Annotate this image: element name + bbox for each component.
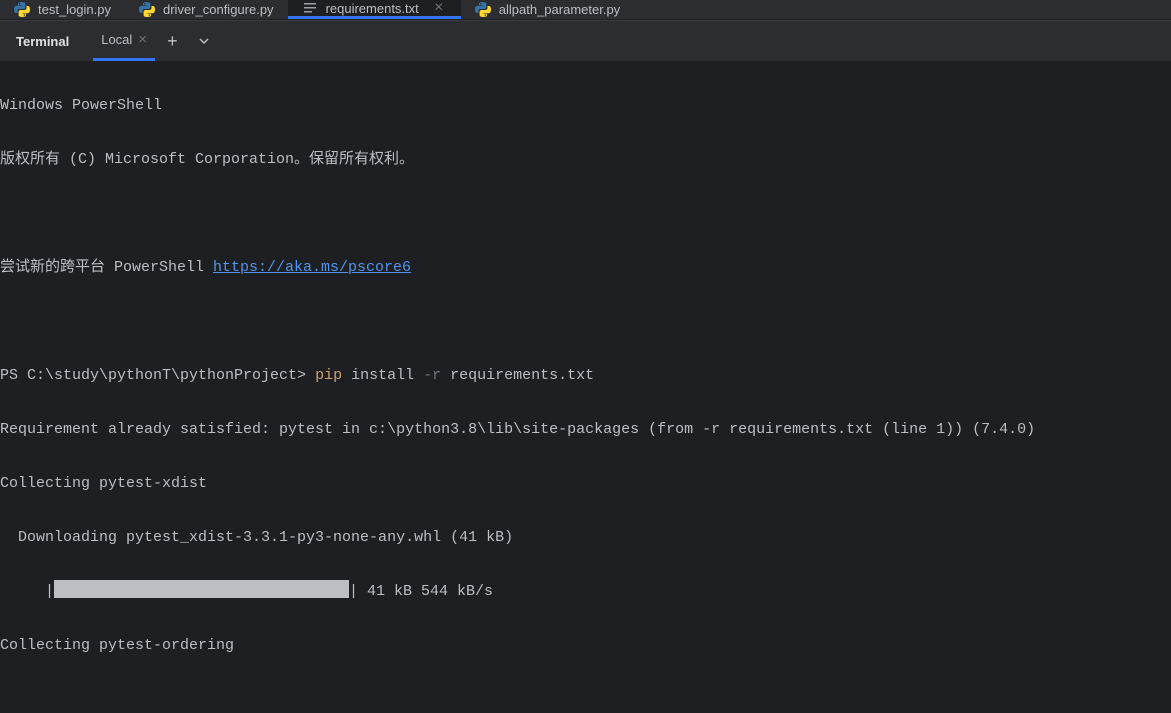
terminal-line: Downloading pytest_xdist-3.3.1-py3-none-… <box>0 524 1171 551</box>
tab-driver-configure[interactable]: driver_configure.py <box>125 0 288 19</box>
tab-label: allpath_parameter.py <box>499 2 620 17</box>
tab-label: driver_configure.py <box>163 2 274 17</box>
terminal-line: 尝试新的跨平台 PowerShell https://aka.ms/pscore… <box>0 254 1171 281</box>
terminal-line: Collecting pytest-ordering <box>0 632 1171 659</box>
terminal-title[interactable]: Terminal <box>8 34 77 49</box>
terminal-output[interactable]: Windows PowerShell 版权所有 (C) Microsoft Co… <box>0 61 1171 713</box>
terminal-session-tab[interactable]: Local × <box>93 21 155 61</box>
close-icon[interactable]: × <box>138 31 147 48</box>
progress-bar <box>54 580 349 598</box>
tab-allpath-parameter[interactable]: allpath_parameter.py <box>461 0 634 19</box>
terminal-line: 版权所有 (C) Microsoft Corporation。保留所有权利。 <box>0 146 1171 173</box>
editor-tabs-bar: test_login.py driver_configure.py requir… <box>0 0 1171 20</box>
terminal-line: PS C:\study\pythonT\pythonProject> pip i… <box>0 362 1171 389</box>
new-terminal-button[interactable]: + <box>159 31 186 52</box>
terminal-panel: Terminal Local × + Windows PowerShell 版权… <box>0 20 1171 713</box>
terminal-line: Collecting pytest-xdist <box>0 470 1171 497</box>
close-icon[interactable]: × <box>431 0 447 16</box>
pscore-link[interactable]: https://aka.ms/pscore6 <box>213 259 411 276</box>
terminal-line: || 41 kB 544 kB/s <box>0 578 1171 605</box>
python-icon <box>14 2 30 18</box>
tab-label: requirements.txt <box>326 1 419 16</box>
terminal-line: Windows PowerShell <box>0 92 1171 119</box>
terminal-line <box>0 200 1171 227</box>
terminal-dropdown-button[interactable] <box>190 31 218 52</box>
tab-requirements[interactable]: requirements.txt × <box>288 0 461 19</box>
python-icon <box>475 2 491 18</box>
terminal-session-label: Local <box>101 32 132 47</box>
terminal-tabs: Terminal Local × + <box>0 21 1171 61</box>
python-icon <box>139 2 155 18</box>
text-file-icon <box>302 0 318 16</box>
tab-test-login[interactable]: test_login.py <box>0 0 125 19</box>
terminal-line <box>0 308 1171 335</box>
terminal-line: Requirement already satisfied: pytest in… <box>0 416 1171 443</box>
tab-label: test_login.py <box>38 2 111 17</box>
